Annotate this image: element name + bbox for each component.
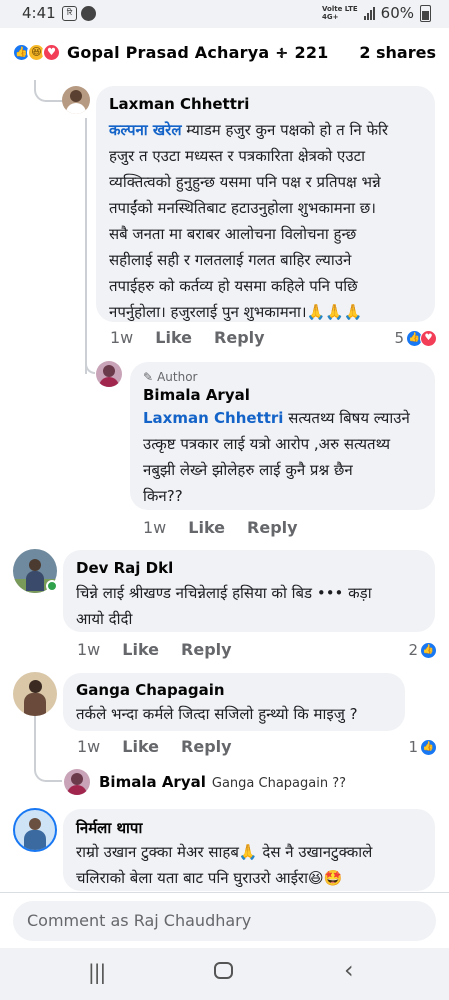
comment-author[interactable]: Bimala Aryal: [99, 773, 206, 791]
notification-box-icon: रि: [62, 6, 77, 21]
author-badge: ✎ Author: [143, 370, 198, 384]
status-bar: 4:41 रि Volte LTE 4G+ 60%: [0, 0, 449, 28]
comment-author[interactable]: Ganga Chapagain: [76, 681, 225, 699]
reply-preview[interactable]: Bimala Aryal Ganga Chapagain ??: [99, 773, 346, 791]
recent-apps-icon[interactable]: |||: [88, 960, 106, 984]
thread-line: [34, 760, 62, 782]
shares-count[interactable]: 2 shares: [359, 43, 436, 62]
reaction-icons: 👍 😆 ♥: [12, 43, 61, 62]
back-icon[interactable]: ‹: [344, 956, 354, 984]
reaction-count[interactable]: 2 👍: [408, 641, 437, 659]
like-button[interactable]: Like: [188, 518, 225, 537]
signal-icon: [363, 6, 375, 20]
mention-link[interactable]: Laxman Chhettri: [143, 409, 283, 427]
comment-bubble: ✎ Author Bimala Aryal Laxman Chhettri सत…: [130, 362, 435, 510]
pencil-icon: ✎: [143, 370, 154, 384]
system-navigation-bar: ||| ‹: [0, 948, 449, 1000]
avatar[interactable]: [13, 672, 57, 716]
comment-author[interactable]: Laxman Chhettri: [109, 95, 249, 113]
like-reaction-icon: 👍: [420, 738, 437, 756]
messenger-icon: [81, 6, 96, 21]
comment-time: 1w: [143, 518, 167, 537]
battery-icon: [420, 4, 431, 22]
reactions-header[interactable]: 👍 😆 ♥ Gopal Prasad Acharya + 221 › 2 sha…: [0, 28, 449, 78]
comment-time: 1w: [110, 328, 134, 347]
reactors-summary[interactable]: Gopal Prasad Acharya + 221: [67, 43, 329, 62]
clock: 4:41: [22, 4, 56, 22]
like-button[interactable]: Like: [155, 328, 192, 347]
mention-link[interactable]: कल्पना खरेल: [109, 121, 181, 139]
comment-input[interactable]: Comment as Raj Chaudhary: [13, 901, 436, 941]
love-reaction-icon: ♥: [42, 43, 61, 62]
like-button[interactable]: Like: [122, 640, 159, 659]
comment-actions: 1w Like Reply: [77, 737, 254, 756]
comment-actions: 1w Like Reply: [110, 328, 287, 347]
chevron-right-icon[interactable]: ›: [278, 40, 286, 64]
comment-author[interactable]: Dev Raj Dkl: [76, 559, 173, 577]
avatar[interactable]: [13, 808, 57, 852]
avatar[interactable]: [62, 86, 90, 114]
love-reaction-icon: ♥: [420, 329, 437, 347]
comment-time: 1w: [77, 737, 101, 756]
reply-button[interactable]: Reply: [181, 640, 232, 659]
comment-actions: 1w Like Reply: [77, 640, 254, 659]
comment-composer: Comment as Raj Chaudhary: [0, 892, 449, 948]
avatar[interactable]: [64, 769, 90, 795]
like-reaction-icon: 👍: [420, 641, 437, 659]
comment-bubble: निर्मला थापा राम्रो उखान टुक्का मेअर साह…: [63, 809, 435, 891]
reply-preview-text: Ganga Chapagain ??: [211, 776, 347, 791]
reaction-count[interactable]: 1 👍: [408, 738, 437, 756]
avatar[interactable]: [96, 361, 122, 387]
comment-author[interactable]: निर्मला थापा: [76, 818, 142, 838]
comment-bubble: Dev Raj Dkl चिन्ने लाई श्रीखण्ड नचिन्नेल…: [63, 550, 435, 632]
thread-line: [34, 80, 64, 102]
reply-button[interactable]: Reply: [247, 518, 298, 537]
comment-bubble: Laxman Chhettri कल्पना खरेल म्याडम हजुर …: [96, 86, 435, 322]
comment-bubble: Ganga Chapagain तर्कले भन्दा कर्मले जित्…: [63, 673, 405, 731]
comment-time: 1w: [77, 640, 101, 659]
like-button[interactable]: Like: [122, 737, 159, 756]
reply-button[interactable]: Reply: [181, 737, 232, 756]
battery-percent: 60%: [380, 4, 414, 22]
comment-actions: 1w Like Reply: [143, 518, 320, 537]
thread-line: [34, 714, 36, 764]
network-indicator: Volte LTE 4G+: [322, 5, 358, 21]
online-status-indicator: [46, 580, 58, 592]
home-icon[interactable]: [214, 960, 233, 984]
comment-author[interactable]: Bimala Aryal: [143, 386, 250, 404]
reaction-count[interactable]: 5 👍 ♥: [394, 329, 437, 347]
thread-line: [85, 118, 87, 374]
reply-button[interactable]: Reply: [214, 328, 265, 347]
